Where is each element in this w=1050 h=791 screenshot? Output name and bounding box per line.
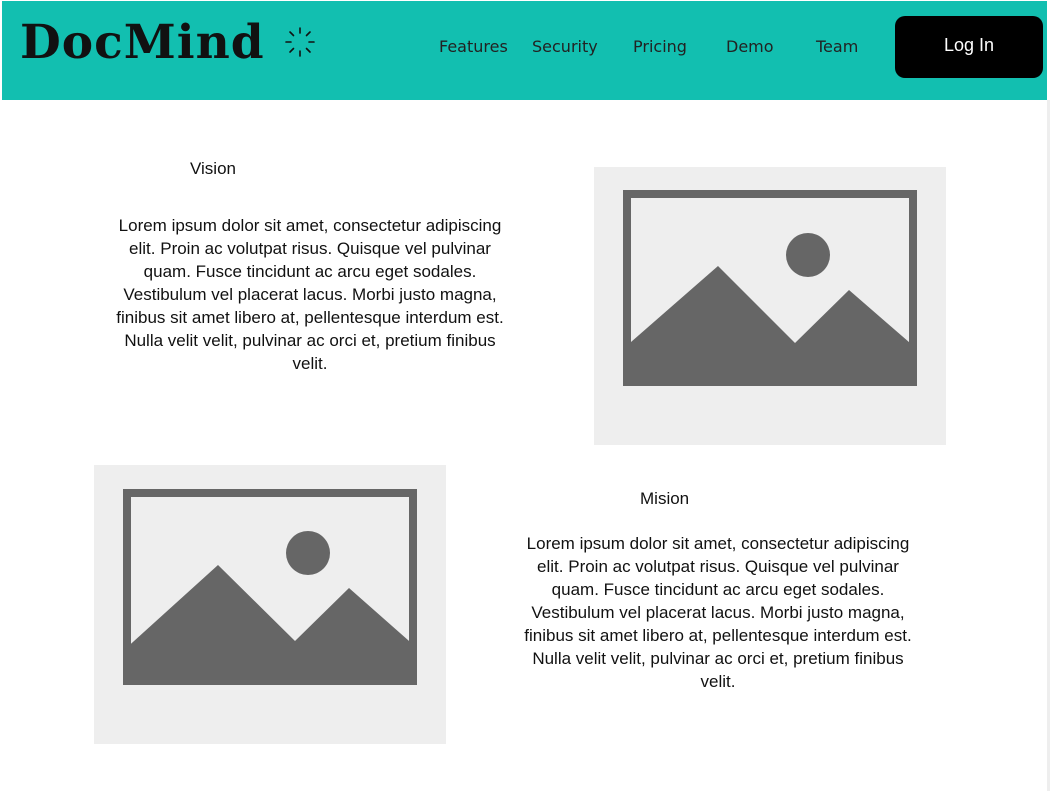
nav-security[interactable]: Security bbox=[532, 37, 598, 56]
vision-text: Lorem ipsum dolor sit amet, consectetur … bbox=[116, 216, 504, 373]
nav-demo[interactable]: Demo bbox=[726, 37, 774, 56]
brand-logo[interactable]: DocMind bbox=[20, 7, 317, 77]
mission-image bbox=[94, 465, 446, 744]
nav-pricing[interactable]: Pricing bbox=[633, 37, 687, 56]
vision-image bbox=[594, 167, 946, 445]
login-button[interactable]: Log In bbox=[895, 16, 1043, 78]
image-placeholder-icon bbox=[623, 190, 917, 386]
image-placeholder-icon bbox=[123, 489, 417, 685]
brand-name: DocMind bbox=[20, 14, 265, 70]
mission-text: Lorem ipsum dolor sit amet, consectetur … bbox=[524, 534, 912, 691]
nav-features[interactable]: Features bbox=[439, 37, 508, 56]
vision-title: Vision bbox=[190, 159, 236, 178]
mission-title: Mision bbox=[640, 489, 690, 508]
sparkle-icon bbox=[283, 25, 317, 59]
nav-team[interactable]: Team bbox=[816, 37, 858, 56]
top-header: DocMind Features Security Pricing Demo T… bbox=[2, 1, 1047, 100]
